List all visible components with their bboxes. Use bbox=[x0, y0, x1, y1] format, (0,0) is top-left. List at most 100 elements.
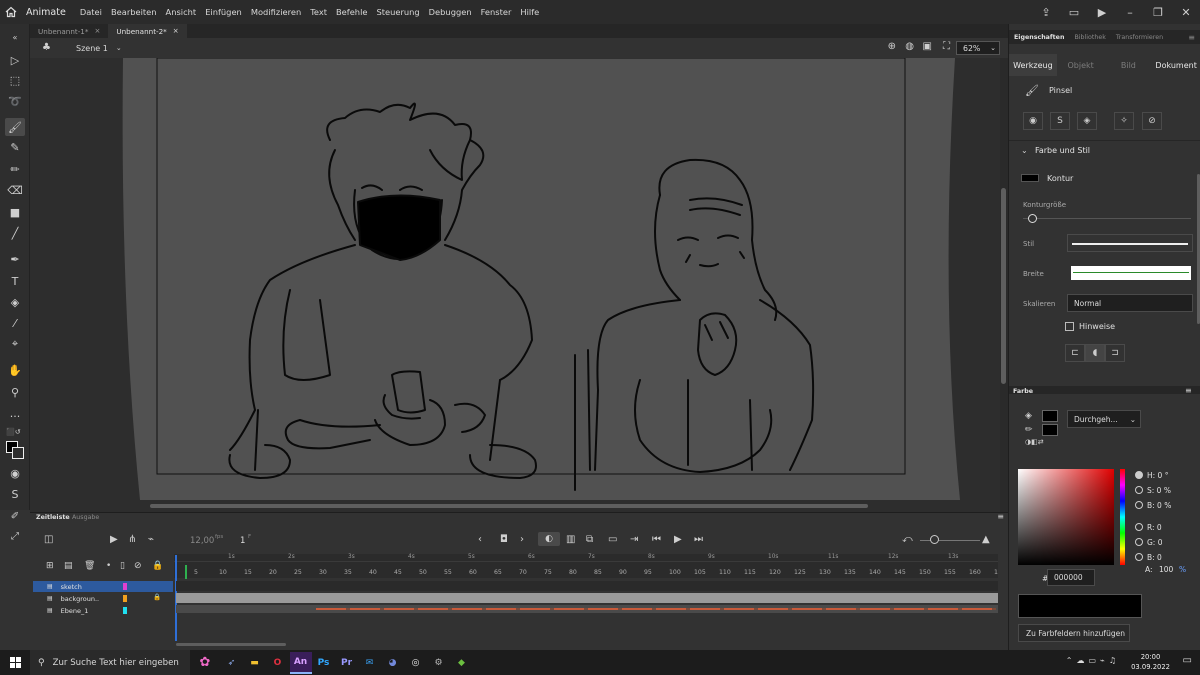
camera-icon[interactable]: ▶ bbox=[110, 534, 118, 545]
discord-icon[interactable]: ◕ bbox=[382, 652, 404, 674]
object-draw-icon[interactable]: ◉ bbox=[5, 464, 25, 482]
prev-keyframe-icon[interactable]: ‹ bbox=[478, 534, 482, 545]
cap-round-icon[interactable]: ◖ bbox=[1085, 344, 1105, 362]
stroke-color-swatch[interactable] bbox=[1021, 174, 1039, 182]
home-icon[interactable] bbox=[0, 0, 22, 24]
panel-menu-icon[interactable]: ≡ bbox=[1185, 386, 1192, 395]
pin-icon[interactable]: ⌖ bbox=[5, 335, 25, 353]
system-tray-icons[interactable]: ⌃☁▭⌁♫ bbox=[1066, 656, 1120, 665]
selection-tool-icon[interactable]: ▷ bbox=[5, 51, 25, 69]
new-layer-icon[interactable]: ⊞ bbox=[46, 561, 54, 571]
steam-icon[interactable]: ⚙ bbox=[428, 652, 450, 674]
to-first-frame-icon[interactable]: ⇥ bbox=[630, 534, 638, 545]
share-icon[interactable]: ⇪ bbox=[1032, 6, 1060, 19]
bird-app-icon[interactable]: ➶ bbox=[221, 652, 243, 674]
expand-toolbar-icon[interactable]: « bbox=[5, 28, 25, 46]
object-drawing-icon[interactable]: ◉ bbox=[1023, 112, 1043, 130]
h-radio[interactable] bbox=[1135, 471, 1143, 479]
layer-color-swatch[interactable] bbox=[123, 583, 127, 590]
text-tool-icon[interactable]: T bbox=[5, 272, 25, 290]
tab-zeitleiste[interactable]: Zeitleiste bbox=[36, 514, 70, 521]
panel-menu-icon[interactable]: ≡ bbox=[1183, 30, 1200, 44]
brush-icon[interactable]: ✎ bbox=[5, 138, 25, 156]
restore-icon[interactable]: ❐ bbox=[1144, 6, 1172, 19]
menu-text[interactable]: Text bbox=[310, 7, 327, 17]
notifications-icon[interactable]: ▭ bbox=[1183, 655, 1192, 666]
stroke-size-slider[interactable] bbox=[1023, 218, 1191, 219]
layer-name[interactable]: sketch bbox=[61, 583, 82, 591]
s-radio[interactable] bbox=[1135, 486, 1143, 494]
frames-ebene-1[interactable] bbox=[176, 605, 998, 613]
cap-square-icon[interactable]: ⊐ bbox=[1105, 344, 1125, 362]
paint-bucket-icon[interactable]: ◈ bbox=[5, 293, 25, 311]
chevron-down-icon[interactable]: ⌄ bbox=[1021, 146, 1028, 155]
scrollbar-thumb[interactable] bbox=[150, 504, 868, 508]
tab-transformieren[interactable]: Transformieren bbox=[1111, 30, 1168, 44]
menu-ansicht[interactable]: Ansicht bbox=[166, 7, 197, 17]
menu-fenster[interactable]: Fenster bbox=[481, 7, 512, 17]
close-tab-icon[interactable]: × bbox=[94, 27, 100, 35]
slider-handle[interactable] bbox=[1028, 214, 1037, 223]
zoom-select[interactable]: 62% ⌄ bbox=[956, 41, 1000, 55]
stroke-pencil-icon[interactable]: ✏ bbox=[1025, 425, 1033, 435]
smoothing-icon[interactable]: S bbox=[1050, 112, 1070, 130]
frames-background[interactable] bbox=[176, 593, 998, 603]
menu-steuerung[interactable]: Steuerung bbox=[376, 7, 419, 17]
fit-timeline-icon[interactable]: ⤺ bbox=[902, 534, 913, 545]
close-icon[interactable]: ✕ bbox=[1172, 6, 1200, 19]
insert-keyframe-icon[interactable]: ◘ bbox=[500, 534, 508, 545]
onion-outline-icon[interactable]: ▥ bbox=[566, 534, 575, 545]
paint-mode-icon[interactable]: ◈ bbox=[1077, 112, 1097, 130]
minimize-icon[interactable]: – bbox=[1116, 6, 1144, 19]
more-tools-icon[interactable]: ··· bbox=[5, 407, 25, 425]
layer-row-sketch[interactable]: ▤ sketch bbox=[33, 581, 173, 592]
fill-color-swatch[interactable] bbox=[1042, 410, 1058, 422]
premiere-icon[interactable]: Pr bbox=[336, 652, 358, 674]
tab-ausgabe[interactable]: Ausgabe bbox=[72, 514, 99, 521]
frame-value[interactable]: 1 bbox=[240, 536, 245, 546]
style-select[interactable] bbox=[1067, 234, 1193, 252]
eyedropper-icon[interactable]: ⁄ bbox=[5, 314, 25, 332]
clock[interactable]: 20:00 03.09.2022 bbox=[1131, 652, 1170, 672]
layers-icon[interactable]: ◫ bbox=[44, 534, 53, 545]
layer-color-swatch[interactable] bbox=[123, 595, 127, 602]
tab-bibliothek[interactable]: Bibliothek bbox=[1069, 30, 1110, 44]
next-keyframe-icon[interactable]: › bbox=[520, 534, 524, 545]
slider-handle[interactable] bbox=[930, 535, 939, 544]
stage-vertical-scrollbar[interactable] bbox=[1000, 58, 1008, 512]
scene-selector[interactable]: Szene 1 bbox=[76, 44, 108, 53]
zoom-icon[interactable]: ⚲ bbox=[5, 383, 25, 401]
layer-row-ebene-1[interactable]: ▤ Ebene_1 bbox=[33, 605, 173, 616]
hex-input[interactable]: 000000 bbox=[1047, 569, 1095, 586]
close-tab-icon[interactable]: × bbox=[173, 27, 179, 35]
file-explorer-icon[interactable]: ▬ bbox=[244, 652, 266, 674]
timeline-scrollbar[interactable] bbox=[176, 643, 286, 646]
lock-icon[interactable]: 🔒 bbox=[153, 593, 161, 601]
fill-color-swatch[interactable] bbox=[12, 447, 24, 459]
clip-stage-icon[interactable]: ▣ bbox=[923, 41, 932, 52]
onion-skin-icon[interactable]: ◐ bbox=[538, 532, 560, 546]
alpha-value[interactable]: 100 bbox=[1159, 565, 1173, 574]
r-radio[interactable] bbox=[1135, 523, 1143, 531]
animate-app-icon[interactable]: An bbox=[289, 651, 312, 674]
lock-icon[interactable]: 🔒 bbox=[152, 561, 163, 571]
panel-menu-icon[interactable]: ≡ bbox=[997, 512, 1004, 521]
g-radio[interactable] bbox=[1135, 538, 1143, 546]
tab-dokument[interactable]: Dokument bbox=[1152, 54, 1200, 76]
lasso-icon[interactable]: ➰ bbox=[5, 92, 25, 110]
blue-radio[interactable] bbox=[1135, 553, 1143, 561]
menu-datei[interactable]: Datei bbox=[80, 7, 102, 17]
tab-bild[interactable]: Bild bbox=[1105, 54, 1153, 76]
frames-sketch[interactable] bbox=[176, 581, 998, 591]
tab-objekt[interactable]: Objekt bbox=[1057, 54, 1105, 76]
news-widget-icon[interactable]: ✿ bbox=[190, 655, 220, 670]
zoom-in-icon[interactable]: ▲ bbox=[982, 534, 990, 545]
opera-icon[interactable]: O bbox=[267, 652, 289, 674]
brush-mode-icon[interactable]: ✐ bbox=[5, 508, 25, 524]
tab-werkzeug[interactable]: Werkzeug bbox=[1009, 54, 1057, 76]
hue-slider[interactable] bbox=[1120, 469, 1125, 565]
layer-color-swatch[interactable] bbox=[123, 607, 127, 614]
width-profile-select[interactable] bbox=[1071, 266, 1191, 280]
cap-butt-icon[interactable]: ⊏ bbox=[1065, 344, 1085, 362]
step-back-icon[interactable]: ⏮ bbox=[652, 534, 661, 545]
